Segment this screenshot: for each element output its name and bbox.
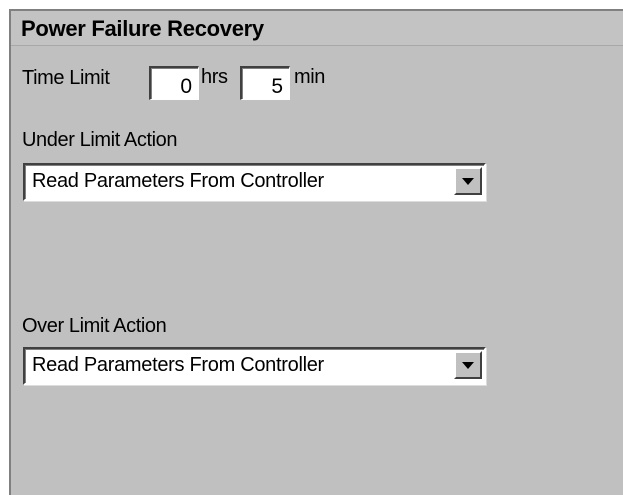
chevron-down-icon (462, 362, 474, 369)
panel-title: Power Failure Recovery (21, 16, 264, 41)
under-limit-dropdown-button[interactable] (454, 167, 482, 195)
minutes-input[interactable]: 5 (240, 66, 290, 100)
over-limit-dropdown-button[interactable] (454, 351, 482, 379)
over-limit-action-value: Read Parameters From Controller (32, 354, 324, 376)
over-limit-action-label: Over Limit Action (22, 315, 167, 337)
panel-header: Power Failure Recovery (11, 11, 623, 46)
under-limit-action-select[interactable]: Read Parameters From Controller (23, 163, 486, 201)
power-failure-recovery-panel: Power Failure Recovery Time Limit 0 hrs … (9, 9, 623, 495)
chevron-down-icon (462, 178, 474, 185)
hours-unit-label: hrs (201, 66, 228, 88)
under-limit-action-value: Read Parameters From Controller (32, 170, 324, 192)
time-limit-label: Time Limit (22, 67, 110, 89)
hours-input[interactable]: 0 (149, 66, 199, 100)
over-limit-action-select[interactable]: Read Parameters From Controller (23, 347, 486, 385)
minutes-unit-label: min (294, 66, 326, 88)
under-limit-action-label: Under Limit Action (22, 129, 178, 151)
